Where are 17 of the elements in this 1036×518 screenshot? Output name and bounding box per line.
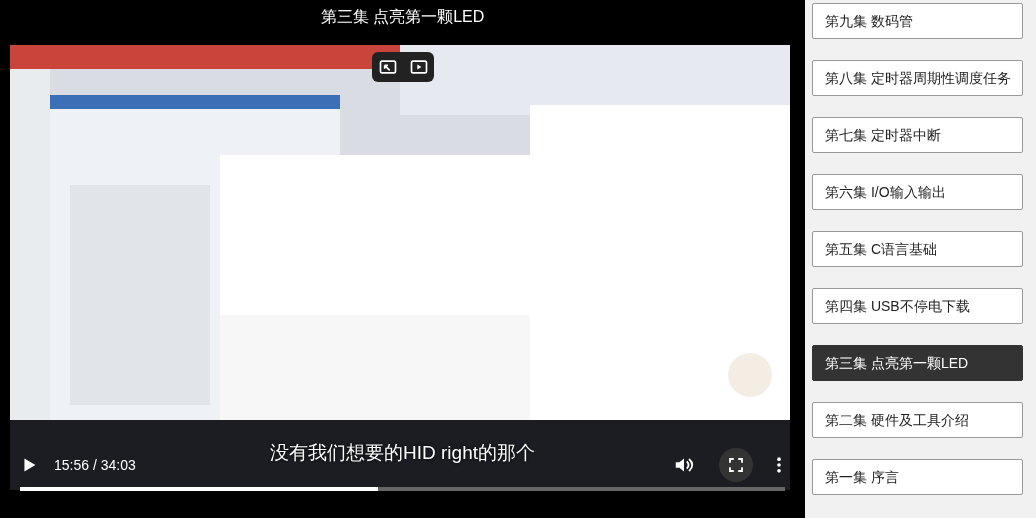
episode-item[interactable]: 第七集 定时器中断	[812, 117, 1023, 153]
fullscreen-icon	[727, 456, 745, 474]
picture-in-picture-icon[interactable]	[377, 57, 398, 77]
episode-item[interactable]: 第五集 C语言基础	[812, 231, 1023, 267]
video-title: 第三集 点亮第一颗LED	[319, 7, 486, 27]
episode-item[interactable]: 第一集 序言	[812, 459, 1023, 495]
episode-item[interactable]: 第九集 数码管	[812, 3, 1023, 39]
time-display: 15:56 / 34:03	[54, 457, 136, 473]
progress-bar[interactable]	[20, 487, 785, 491]
episode-item[interactable]: 第八集 定时器周期性调度任务	[812, 60, 1023, 96]
episode-item[interactable]: 第六集 I/O输入输出	[812, 174, 1023, 210]
subtitle: 没有我们想要的HID right的那个	[270, 441, 535, 465]
episode-item[interactable]: 第二集 硬件及工具介绍	[812, 402, 1023, 438]
episode-item[interactable]: 第三集 点亮第一颗LED	[812, 345, 1023, 381]
episode-item[interactable]: 第四集 USB不停电下载	[812, 288, 1023, 324]
more-icon[interactable]	[775, 455, 783, 475]
video-play-icon[interactable]	[408, 57, 429, 77]
